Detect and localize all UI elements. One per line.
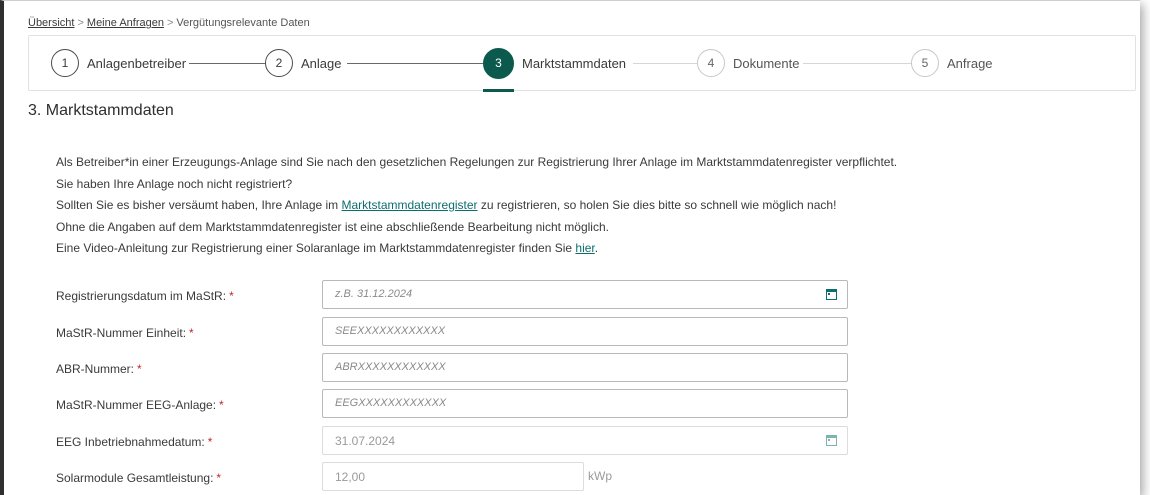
step-label: Anlage [301,55,342,71]
video-guide-link[interactable]: hier [575,241,594,255]
field-label: ABR-Nummer: * [56,362,142,376]
mastr-nummer-eeg-anlage-input[interactable]: EEGXXXXXXXXXXXX [322,389,848,418]
step-connector [633,63,697,64]
field-label-text: MaStR-Nummer EEG-Anlage: [56,398,217,412]
field-label: Registrierungsdatum im MaStR: * [56,289,234,303]
intro-text-fragment: zu registrieren, so holen Sie dies bitte… [477,198,837,212]
input-value: 31.07.2024 [335,434,396,448]
intro-line: Ohne die Angaben auf dem Marktstammdaten… [56,219,609,234]
intro-line: Als Betreiber*in einer Erzeugungs-Anlage… [56,155,898,169]
mastr-nummer-einheit-input[interactable]: SEEXXXXXXXXXXXX [322,317,848,346]
form-row-abr-nummer: ABR-Nummer: * ABRXXXXXXXXXXXX [56,353,856,383]
calendar-icon[interactable] [826,435,837,446]
step-number: 3 [483,47,514,79]
breadcrumb: Übersicht > Meine Anfragen > Vergütungsrelev… [28,17,310,29]
step-connector [347,63,483,64]
step-marktstammdaten[interactable]: 3 Marktstammdaten [483,47,627,92]
breadcrumb-current: Vergütungsrelevante Daten [176,17,310,29]
field-label-text: Solarmodule Gesamtleistung: [56,471,214,485]
form-row-solarmodule-gesamtleistung: Solarmodule Gesamtleistung: * 12,00 kWp [56,462,856,492]
step-anlage[interactable]: 2 Anlage [265,48,341,78]
progress-stepper: 1 Anlagenbetreiber 2 Anlage 3 Marktstamm… [28,35,1136,92]
form-row-mastr-nummer-einheit: MaStR-Nummer Einheit: * SEEXXXXXXXXXXXX [56,317,856,347]
form-row-mastr-nummer-eeg-anlage: MaStR-Nummer EEG-Anlage: * EEGXXXXXXXXXXX… [56,389,856,419]
intro-line: Eine Video-Anleitung zur Registrierung e… [56,238,897,260]
input-placeholder: z.B. 31.12.2024 [335,288,413,300]
breadcrumb-link-uebersicht[interactable]: Übersicht [28,17,74,29]
breadcrumb-separator: > [77,17,84,29]
step-label: Anlagenbetreiber [87,55,187,71]
step-connector [189,63,265,64]
field-label-text: Registrierungsdatum im MaStR: [56,289,227,303]
form-row-registrierungsdatum: Registrierungsdatum im MaStR: * z.B. 31.1… [56,280,856,310]
calendar-icon[interactable] [826,289,837,300]
breadcrumb-separator: > [166,17,174,29]
field-label: MaStR-Nummer Einheit: * [56,326,194,340]
field-label: Solarmodule Gesamtleistung: * [56,471,221,485]
abr-nummer-input[interactable]: ABRXXXXXXXXXXXX [322,353,848,382]
step-label: Anfrage [947,55,993,71]
intro-line: Sie haben Ihre Anlage noch nicht registr… [56,176,293,191]
step-label: Dokumente [733,55,800,71]
field-label: MaStR-Nummer EEG-Anlage: * [56,398,224,412]
section-title: 3. Marktstammdaten [28,102,174,119]
step-number: 1 [51,49,79,77]
intro-text-fragment: . [594,241,599,255]
intro-text-fragment: Sollten Sie es bisher versäumt haben, Ih… [56,198,342,212]
step-dokumente[interactable]: 4 Dokumente [697,48,799,78]
step-anfrage[interactable]: 5 Anfrage [911,48,993,78]
field-label-text: ABR-Nummer: [56,362,135,376]
required-marker: * [229,289,234,303]
input-placeholder: ABRXXXXXXXXXXXX [335,361,446,373]
required-marker: * [189,326,194,340]
step-anlagenbetreiber[interactable]: 1 Anlagenbetreiber [51,48,186,78]
required-marker: * [216,471,222,485]
input-placeholder: EEGXXXXXXXXXXXX [335,397,447,409]
step-label: Marktstammdaten [522,55,627,71]
input-placeholder: SEEXXXXXXXXXXXX [335,325,446,337]
intro-line: Sollten Sie es bisher versäumt haben, Ih… [56,195,897,217]
intro-text-fragment: Eine Video-Anleitung zur Registrierung e… [56,241,576,255]
input-value: 12,00 [335,470,366,484]
page-frame: Übersicht > Meine Anfragen > Vergütungsrelev… [0,0,1140,495]
field-label-text: EEG Inbetriebnahmedatum: [56,435,205,449]
required-marker: * [219,398,224,412]
marktstammdatenregister-link[interactable]: Marktstammdatenregister [342,198,478,212]
required-marker: * [207,435,213,449]
unit-label: kWp [588,469,612,483]
registrierungsdatum-input[interactable]: z.B. 31.12.2024 [322,280,848,309]
field-label: EEG Inbetriebnahmedatum: * [56,435,212,449]
breadcrumb-link-meine-anfragen[interactable]: Meine Anfragen [87,17,164,29]
step-connector [803,63,911,64]
required-marker: * [137,362,142,376]
solarmodule-gesamtleistung-input[interactable]: 12,00 [322,462,584,491]
field-label-text: MaStR-Nummer Einheit: [56,326,187,340]
eeg-inbetriebnahmedatum-input[interactable]: 31.07.2024 [322,426,848,455]
intro-text: Als Betreiber*in einer Erzeugungs-Anlage… [56,152,897,260]
step-number: 2 [265,49,293,77]
step-number: 4 [697,49,725,77]
form-row-eeg-inbetriebnahmedatum: EEG Inbetriebnahmedatum: * 31.07.2024 [56,426,856,456]
step-number: 5 [911,49,939,77]
